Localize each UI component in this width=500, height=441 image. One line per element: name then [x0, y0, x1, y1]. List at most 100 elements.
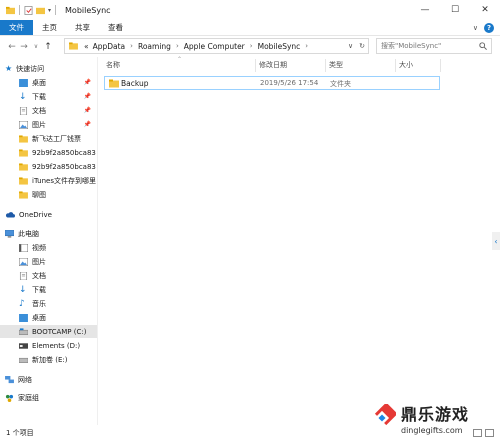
folder-icon — [19, 176, 28, 185]
breadcrumb-apple-computer[interactable]: Apple Computer — [184, 42, 245, 51]
sidebar-item-drive-c[interactable]: BOOTCAMP (C:) — [0, 325, 97, 338]
folder-icon — [6, 6, 15, 14]
search-input[interactable]: 搜索"MobileSync" — [376, 38, 492, 54]
window-title: MobileSync — [65, 5, 111, 15]
sidebar-item-label: iTunes文件存到哪里 — [32, 176, 96, 185]
pin-icon: 📌 — [83, 93, 91, 100]
address-bar[interactable]: « AppData › Roaming › Apple Computer › M… — [64, 38, 369, 54]
tab-file[interactable]: 文件 — [0, 20, 33, 35]
cloud-icon — [6, 211, 15, 217]
drive-icon — [19, 357, 28, 363]
star-icon: ★ — [5, 64, 13, 73]
expand-ribbon-icon[interactable]: ∨ — [473, 24, 478, 32]
sidebar-item-label: Elements (D:) — [32, 341, 81, 350]
sidebar-item-recent-folder[interactable]: 92b9f2a850bca83 — [0, 146, 97, 159]
sidebar-item-recent-folder[interactable]: 92b9f2a850bca83 — [0, 160, 97, 173]
chevron-down-icon[interactable]: ▾ — [48, 7, 51, 14]
sidebar-item-drive-e[interactable]: 新加卷 (E:) — [0, 353, 97, 366]
forward-arrow-icon[interactable]: → — [18, 42, 30, 52]
sidebar-item-pictures[interactable]: 图片 — [0, 255, 97, 268]
recent-locations-icon[interactable]: ∨ — [30, 43, 42, 50]
window-controls: — ☐ ✕ — [410, 0, 500, 20]
ribbon-tabs: 文件 主页 共享 查看 ∨ ? — [0, 20, 500, 36]
breadcrumb-appdata[interactable]: AppData — [93, 42, 126, 51]
sidebar-item-music[interactable]: ♪ 音乐 — [0, 297, 97, 310]
column-header-size[interactable]: 大小 — [399, 57, 413, 73]
close-button[interactable]: ✕ — [470, 0, 500, 20]
file-list: 名称 ⌃ 修改日期 类型 大小 Backup 2019/5/26 17:54 文… — [100, 56, 500, 425]
drive-icon — [19, 342, 28, 349]
new-folder-icon[interactable] — [36, 6, 45, 15]
sidebar-item-recent-folder[interactable]: iTunes文件存到哪里 — [0, 174, 97, 187]
sidebar-item-recent-folder[interactable]: 新飞达工厂钱票 — [0, 132, 97, 145]
download-icon: ↓ — [19, 91, 27, 102]
column-header-name[interactable]: 名称 — [106, 57, 120, 73]
pin-icon: 📌 — [83, 79, 91, 86]
back-arrow-icon[interactable]: ← — [6, 42, 18, 52]
sidebar-item-recent-folder[interactable]: 聊图 — [0, 188, 97, 201]
search-placeholder: 搜索"MobileSync" — [381, 42, 442, 50]
refresh-icon[interactable]: ↻ — [359, 42, 365, 50]
sidebar-item-label: 音乐 — [32, 299, 46, 308]
sidebar-item-label: 视频 — [32, 243, 46, 252]
up-arrow-icon[interactable]: ↑ — [42, 42, 54, 52]
watermark-logo-icon — [374, 404, 396, 426]
sidebar-item-this-pc[interactable]: 此电脑 — [0, 227, 97, 240]
sidebar-item-drive-d[interactable]: Elements (D:) — [0, 339, 97, 352]
column-header-modified[interactable]: 修改日期 — [259, 57, 287, 73]
chevron-right-icon[interactable]: › — [176, 42, 179, 50]
properties-icon[interactable] — [24, 5, 33, 15]
column-header-type[interactable]: 类型 — [329, 57, 343, 73]
search-icon[interactable] — [479, 42, 487, 50]
sidebar-item-desktop[interactable]: 桌面 — [0, 311, 97, 324]
desktop-icon — [19, 313, 28, 322]
breadcrumb-mobilesync[interactable]: MobileSync — [258, 42, 301, 51]
title-bar: ▾ MobileSync — ☐ ✕ — [0, 0, 500, 20]
divider — [55, 5, 57, 15]
music-icon: ♪ — [19, 298, 25, 309]
folder-icon — [19, 134, 28, 143]
help-icon[interactable]: ? — [484, 23, 494, 33]
document-icon — [19, 271, 28, 280]
column-divider[interactable] — [325, 59, 326, 72]
folder-icon — [19, 190, 28, 199]
pin-icon: 📌 — [83, 107, 91, 114]
sidebar-item-documents[interactable]: 文档 — [0, 269, 97, 282]
tab-home[interactable]: 主页 — [33, 20, 66, 35]
sidebar-item-pictures[interactable]: 图片 📌 — [0, 118, 97, 131]
chevron-down-icon[interactable]: ∨ — [348, 42, 353, 50]
chevron-right-icon[interactable]: › — [130, 42, 133, 50]
file-type: 文件夹 — [330, 80, 351, 88]
sidebar-item-label: 文档 — [32, 271, 46, 280]
sidebar-item-quick-access[interactable]: ★ 快速访问 — [0, 62, 97, 75]
column-divider[interactable] — [440, 59, 441, 72]
table-row[interactable]: Backup 2019/5/26 17:54 文件夹 — [104, 76, 440, 90]
sidebar-item-downloads[interactable]: ↓ 下载 📌 — [0, 90, 97, 103]
sidebar-item-documents[interactable]: 文档 📌 — [0, 104, 97, 117]
sidebar-item-downloads[interactable]: ↓ 下载 — [0, 283, 97, 296]
sidebar-item-desktop[interactable]: 桌面 📌 — [0, 76, 97, 89]
column-divider[interactable] — [255, 59, 256, 72]
sidebar-item-label: 新飞达工厂钱票 — [32, 134, 81, 143]
quick-access-toolbar: ▾ — [6, 5, 57, 15]
tab-share[interactable]: 共享 — [66, 20, 99, 35]
sidebar-item-videos[interactable]: 视频 — [0, 241, 97, 254]
breadcrumb-roaming[interactable]: Roaming — [138, 42, 171, 51]
sidebar-item-onedrive[interactable]: OneDrive — [0, 208, 97, 221]
minimize-button[interactable]: — — [410, 0, 440, 20]
sidebar-item-label: 新加卷 (E:) — [32, 355, 68, 364]
sidebar-item-network[interactable]: 网络 — [0, 373, 97, 386]
breadcrumb-overflow[interactable]: « — [84, 42, 89, 51]
network-icon — [5, 375, 14, 383]
homegroup-icon — [5, 394, 14, 402]
chevron-right-icon[interactable]: › — [305, 42, 308, 50]
maximize-button[interactable]: ☐ — [440, 0, 470, 20]
tab-view[interactable]: 查看 — [99, 20, 132, 35]
sidebar-item-label: 图片 — [32, 257, 46, 266]
chevron-right-icon[interactable]: › — [250, 42, 253, 50]
sidebar-item-homegroup[interactable]: 家庭组 — [0, 391, 97, 404]
preview-pane-toggle[interactable]: ‹ — [492, 232, 500, 250]
column-divider[interactable] — [395, 59, 396, 72]
desktop-icon — [19, 78, 28, 87]
drive-icon — [19, 327, 28, 335]
